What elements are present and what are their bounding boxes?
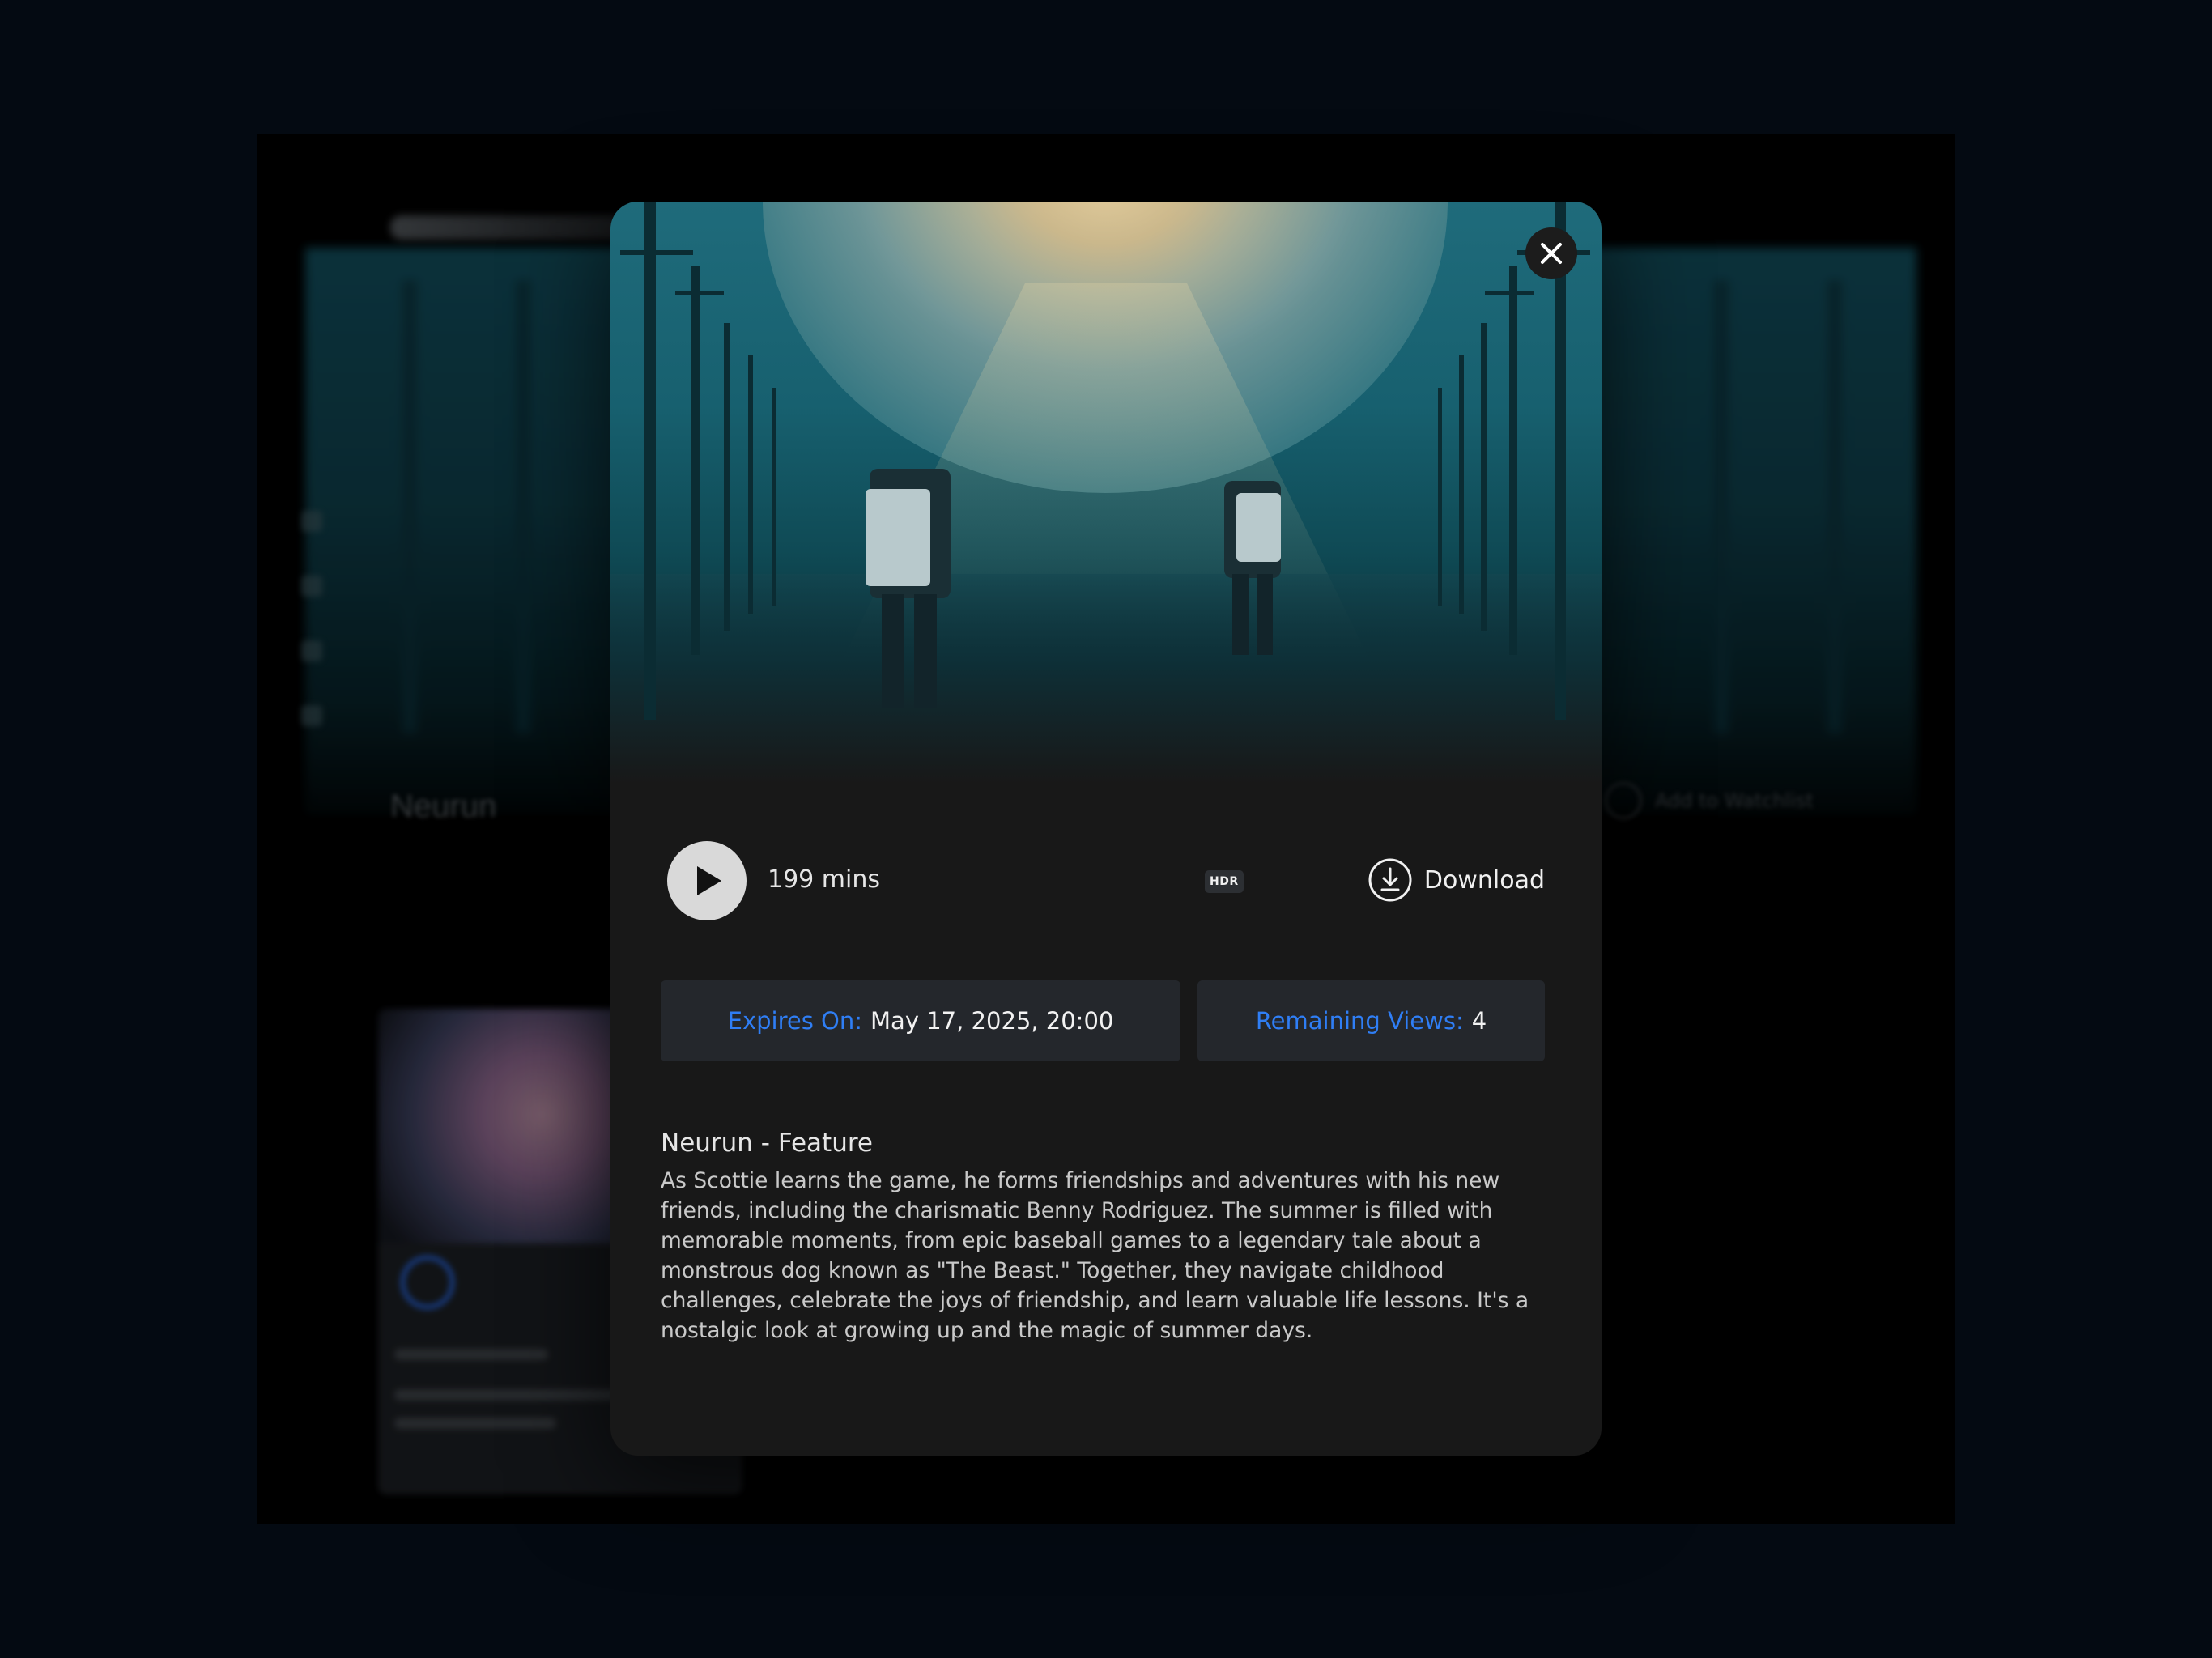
background-nav-icon bbox=[301, 705, 322, 726]
duration-label: 199 mins bbox=[768, 865, 880, 894]
background-watchlist: Add to Watchlist bbox=[1605, 782, 1814, 819]
background-nav-icon bbox=[301, 511, 322, 532]
download-button[interactable]: Download bbox=[1368, 857, 1545, 903]
movie-detail-modal: 199 mins HDR Download Expires On: May 17… bbox=[610, 202, 1602, 1456]
close-button[interactable] bbox=[1525, 227, 1577, 279]
hero-image bbox=[610, 202, 1602, 784]
remaining-views-box: Remaining Views: 4 bbox=[1197, 980, 1545, 1061]
play-icon bbox=[697, 866, 721, 895]
background-nav-icon bbox=[301, 640, 322, 661]
expires-label: Expires On: bbox=[727, 1007, 863, 1035]
remaining-views-value: 4 bbox=[1471, 1007, 1487, 1035]
playback-controls: 199 mins HDR Download bbox=[667, 841, 1545, 922]
background-nav-icon bbox=[301, 576, 322, 597]
background-page-title: Neurun bbox=[390, 789, 497, 824]
description-section: Neurun - Feature As Scottie learns the g… bbox=[661, 1129, 1551, 1346]
download-label: Download bbox=[1423, 865, 1545, 895]
feature-title: Neurun - Feature bbox=[661, 1129, 873, 1158]
download-icon bbox=[1368, 858, 1412, 902]
play-button[interactable] bbox=[667, 841, 747, 920]
close-icon bbox=[1541, 243, 1562, 264]
remaining-views-label: Remaining Views: bbox=[1255, 1007, 1464, 1035]
expires-value: May 17, 2025, 20:00 bbox=[870, 1007, 1114, 1035]
feature-description: As Scottie learns the game, he forms fri… bbox=[661, 1168, 1529, 1343]
expires-box: Expires On: May 17, 2025, 20:00 bbox=[661, 980, 1180, 1061]
hdr-badge: HDR bbox=[1205, 870, 1244, 893]
